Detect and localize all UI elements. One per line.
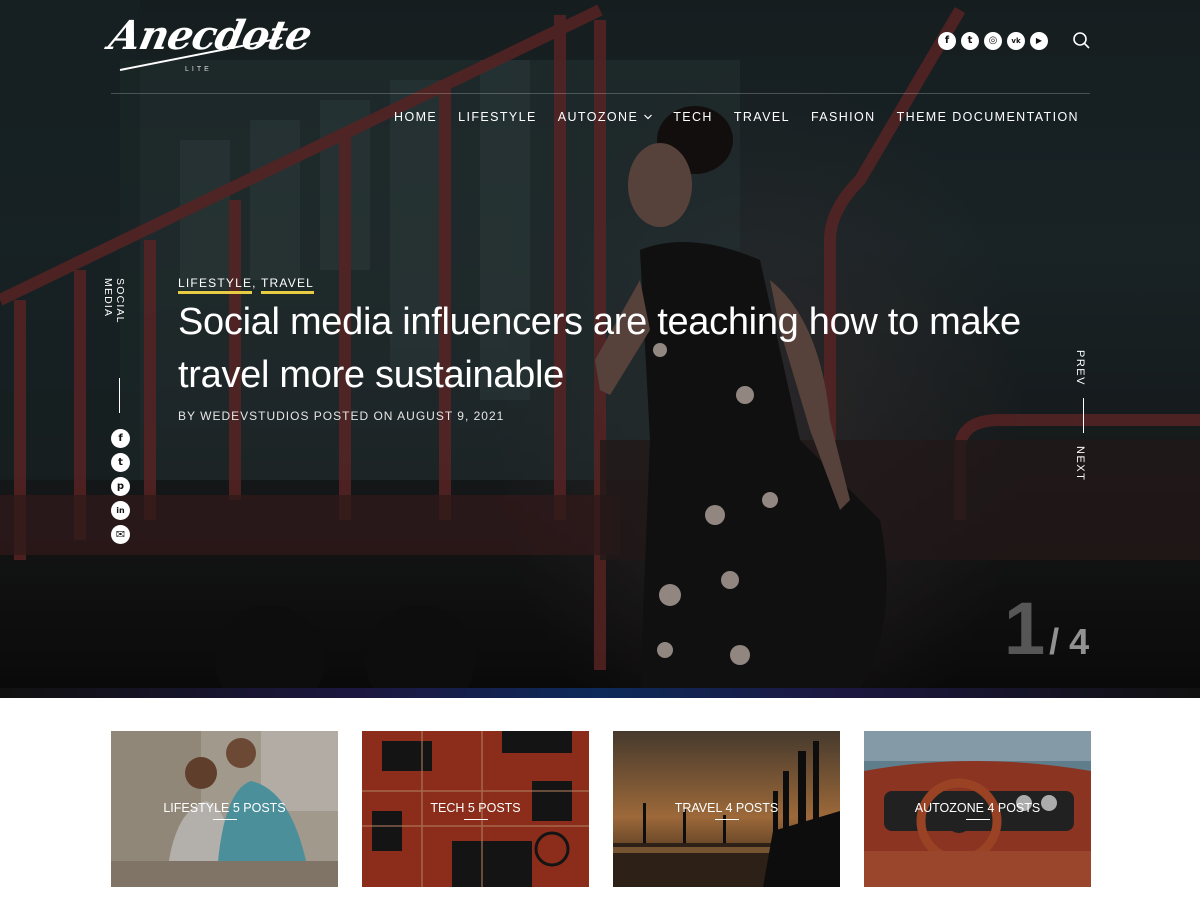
facebook-icon[interactable]: f — [938, 32, 956, 50]
twitter-icon[interactable]: t — [961, 32, 979, 50]
nav-item-tech[interactable]: TECH — [652, 108, 713, 126]
post-categories: LIFESTYLE, TRAVEL — [178, 276, 315, 294]
logo-subtitle: LITE — [185, 66, 212, 73]
youtube-icon[interactable]: ▶ — [1030, 32, 1048, 50]
slide-counter-current: 1 — [1004, 587, 1046, 670]
slide-counter-total: / 4 — [1049, 621, 1090, 662]
category-card-label: TRAVEL 4 POSTS — [674, 801, 779, 815]
category-card-label: LIFESTYLE 5 POSTS — [163, 801, 286, 815]
pinterest-icon[interactable]: p — [111, 477, 130, 496]
nav-item-autozone-label: AUTOZONE — [557, 110, 639, 124]
category-card-autozone[interactable]: AUTOZONE 4 POSTS — [864, 731, 1091, 887]
category-card-label: AUTOZONE 4 POSTS — [914, 801, 1041, 815]
main-navigation: HOME LIFESTYLE AUTOZONE TECH TRAVEL FASH… — [373, 108, 1079, 126]
site-logo[interactable]: Anecdote LITE — [105, 8, 315, 78]
category-separator: , — [252, 276, 262, 290]
nav-item-fashion[interactable]: FASHION — [790, 108, 876, 126]
category-link-travel[interactable]: TRAVEL — [261, 276, 315, 294]
social-media-label: SOCIAL MEDIA — [102, 278, 126, 324]
category-card-lifestyle[interactable]: LIFESTYLE 5 POSTS — [111, 731, 338, 887]
next-slide-button[interactable]: NEXT — [1074, 446, 1086, 481]
share-links: f t p in ✉ — [111, 429, 130, 544]
mail-icon[interactable]: ✉ — [111, 525, 130, 544]
hero-slider: Anecdote LITE f t ◎ vk ▶ HOME LIFESTYLE … — [0, 0, 1200, 698]
twitter-icon[interactable]: t — [111, 453, 130, 472]
nav-item-theme-documentation[interactable]: THEME DOCUMENTATION — [876, 108, 1079, 126]
post-title[interactable]: Social media influencers are teaching ho… — [178, 296, 1038, 402]
post-meta: BY WEDEVSTUDIOS POSTED ON AUGUST 9, 2021 — [178, 409, 505, 423]
prev-next-divider — [1083, 398, 1084, 433]
search-icon[interactable] — [1072, 31, 1092, 51]
instagram-icon[interactable]: ◎ — [984, 32, 1002, 50]
vk-icon[interactable]: vk — [1007, 32, 1025, 50]
linkedin-icon[interactable]: in — [111, 501, 130, 520]
category-link-lifestyle[interactable]: LIFESTYLE — [178, 276, 253, 294]
facebook-icon[interactable]: f — [111, 429, 130, 448]
header-divider — [111, 93, 1090, 94]
nav-item-autozone[interactable]: AUTOZONE — [537, 108, 653, 126]
nav-item-lifestyle[interactable]: LIFESTYLE — [437, 108, 537, 126]
category-cards: LIFESTYLE 5 POSTS TECH 5 POSTS TRAVEL 4 … — [111, 731, 1091, 887]
card-underline — [715, 819, 739, 820]
hero-bottom-strip — [0, 688, 1200, 698]
nav-item-travel[interactable]: TRAVEL — [713, 108, 790, 126]
category-card-tech[interactable]: TECH 5 POSTS — [362, 731, 589, 887]
card-underline — [464, 819, 488, 820]
rail-divider — [119, 378, 120, 413]
header-social-links: f t ◎ vk ▶ — [938, 32, 1048, 50]
category-card-label: TECH 5 POSTS — [430, 801, 521, 815]
nav-item-home[interactable]: HOME — [373, 108, 437, 126]
slide-counter: 1 / 4 — [1004, 592, 1089, 666]
category-card-travel[interactable]: TRAVEL 4 POSTS — [613, 731, 840, 887]
prev-slide-button[interactable]: PREV — [1074, 350, 1086, 386]
card-underline — [213, 819, 237, 820]
card-underline — [966, 819, 990, 820]
chevron-down-icon — [644, 114, 653, 120]
